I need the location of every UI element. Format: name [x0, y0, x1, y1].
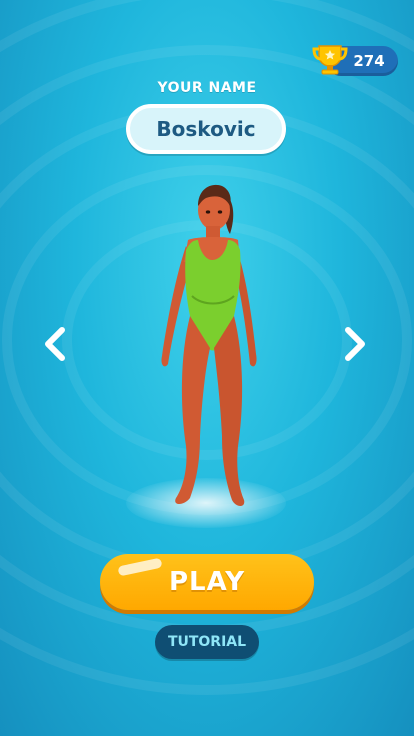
trophy-icon	[312, 45, 348, 75]
player-name-field[interactable]: Boskovic	[126, 104, 286, 154]
tutorial-label: TUTORIAL	[167, 634, 247, 650]
game-screen: 274 YOUR NAME Boskovic PLAY TUTORIAL	[0, 0, 414, 736]
your-name-label: YOUR NAME	[157, 80, 257, 96]
play-label: PLAY	[168, 567, 246, 597]
swimmer-character	[161, 184, 257, 506]
tutorial-button[interactable]: TUTORIAL	[155, 625, 259, 659]
player-name-value: Boskovic	[156, 117, 256, 141]
chevron-left-icon[interactable]	[40, 324, 70, 364]
play-button[interactable]: PLAY	[100, 554, 314, 610]
trophy-count: 274	[353, 52, 385, 70]
chevron-right-icon[interactable]	[340, 324, 370, 364]
